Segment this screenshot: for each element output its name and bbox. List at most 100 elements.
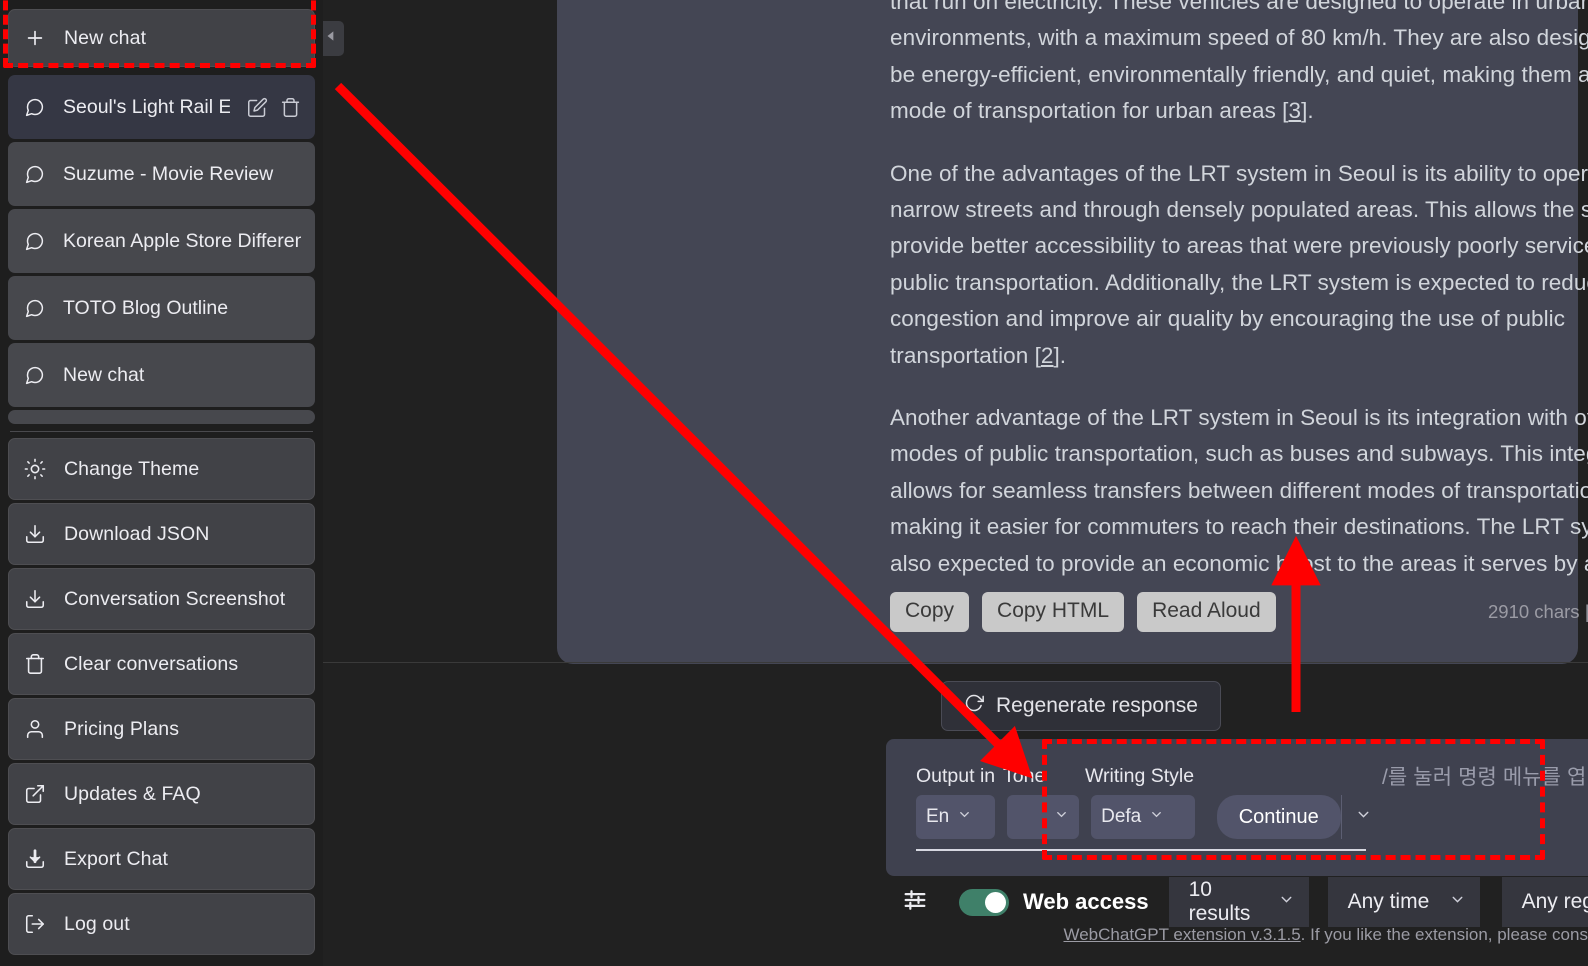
sidebar-item-export-chat[interactable]: Export Chat	[8, 828, 315, 890]
prompt-input[interactable]: /를 눌러 명령 메뉴를 엽니다.	[1364, 739, 1588, 876]
copy-button[interactable]: Copy	[890, 592, 970, 632]
conversation-item-0[interactable]: Seoul's Light Rail Era	[8, 75, 315, 139]
sidebar-item-download-json[interactable]: Download JSON	[8, 503, 315, 565]
sidebar-item-label: Change Theme	[64, 457, 200, 480]
continue-button[interactable]: Continue	[1216, 795, 1341, 839]
writing-style-select[interactable]: Defa	[1091, 795, 1195, 839]
sidebar-item-log-out[interactable]: Log out	[8, 893, 315, 955]
chevron-down-icon	[1278, 890, 1295, 914]
conversation-item-1[interactable]: Suzume - Movie Review	[8, 142, 315, 206]
download-icon	[23, 588, 47, 610]
chat-bubble-icon	[22, 365, 46, 386]
writing-style-label: Writing Style	[1085, 765, 1195, 787]
tone-label: Tone	[1003, 765, 1046, 787]
copy-html-button[interactable]: Copy HTML	[982, 592, 1125, 632]
conversation-label: TOTO Blog Outline	[63, 296, 229, 319]
conversation-item-3[interactable]: TOTO Blog Outline	[8, 276, 315, 340]
sidebar-item-clear-conversations[interactable]: Clear conversations	[8, 633, 315, 695]
prompt-panel: Output in Tone Writing Style En Defa Con…	[886, 739, 1588, 876]
region-filter-select[interactable]: Any region	[1501, 877, 1588, 927]
conversation-item-partial[interactable]	[8, 410, 315, 424]
region-filter-value: Any region	[1521, 890, 1588, 913]
conversation-item-4[interactable]: New chat	[8, 343, 315, 407]
logout-icon	[23, 913, 47, 935]
chatgpt-window: New chat Seoul's Light Rail Era	[0, 0, 1588, 966]
prompt-field-labels: Output in Tone Writing Style	[916, 765, 1386, 788]
tone-select[interactable]	[1007, 795, 1080, 839]
chevron-down-icon	[1149, 806, 1164, 828]
assistant-message: that run on electricity. These vehicles …	[557, 0, 1588, 664]
download-filled-icon	[23, 848, 47, 870]
conversation-label: Suzume - Movie Review	[63, 162, 274, 185]
citation-2[interactable]: 2	[1041, 343, 1054, 368]
sidebar-item-label: Updates & FAQ	[64, 782, 201, 805]
conversation-actions	[247, 97, 301, 118]
time-filter-value: Any time	[1347, 890, 1430, 913]
external-link-icon	[23, 783, 47, 805]
sliders-icon[interactable]	[901, 886, 929, 919]
sidebar-item-label: Pricing Plans	[64, 717, 180, 740]
message-actions: Copy Copy HTML Read Aloud 2910 chars | 4…	[890, 592, 1588, 632]
sidebar: New chat Seoul's Light Rail Era	[0, 0, 323, 966]
trash-icon	[23, 653, 47, 675]
footer-middle-text: . If you like the extension, please cons…	[1300, 925, 1588, 944]
prompt-selects: En Defa Continue	[916, 795, 1386, 839]
prompt-placeholder: /를 눌러 명령 메뉴를 엽니다.	[1382, 766, 1588, 789]
regenerate-response-button[interactable]: Regenerate response	[941, 681, 1221, 731]
sidebar-item-change-theme[interactable]: Change Theme	[8, 438, 315, 500]
read-aloud-button[interactable]: Read Aloud	[1137, 592, 1276, 632]
chevron-down-icon	[957, 806, 972, 828]
sidebar-item-label: Clear conversations	[64, 652, 239, 675]
output-in-label: Output in	[916, 765, 996, 787]
delete-icon[interactable]	[280, 97, 301, 118]
web-access-bar: Web access 10 results Any time Any regio…	[886, 877, 1588, 927]
new-chat-button[interactable]: New chat	[8, 9, 315, 67]
conversation-label: New chat	[63, 363, 145, 386]
chevron-down-icon	[1449, 890, 1466, 914]
paragraph-1: One of the advantages of the LRT system …	[890, 160, 1588, 368]
time-filter-select[interactable]: Any time	[1327, 877, 1480, 927]
conversation-label: Korean Apple Store Differenc	[63, 229, 301, 252]
content-divider	[323, 662, 1588, 663]
output-in-value: En	[926, 806, 950, 827]
citation-3[interactable]: 3	[1288, 98, 1301, 123]
continue-label: Continue	[1238, 805, 1319, 828]
edit-icon[interactable]	[247, 97, 268, 118]
extension-footer-note: WebChatGPT extension v.3.1.5. If you lik…	[886, 925, 1588, 945]
regenerate-label: Regenerate response	[996, 694, 1198, 717]
output-in-select[interactable]: En	[916, 795, 995, 839]
paragraph-0: that run on electricity. These vehicles …	[890, 0, 1588, 124]
chat-bubble-icon	[22, 97, 46, 118]
results-count-select[interactable]: 10 results	[1168, 877, 1309, 927]
sidebar-item-pricing-plans[interactable]: Pricing Plans	[8, 698, 315, 760]
prompt-underline	[916, 849, 1366, 851]
sidebar-item-label: Export Chat	[64, 847, 169, 870]
sidebar-item-conversation-screenshot[interactable]: Conversation Screenshot	[8, 568, 315, 630]
sidebar-item-label: Log out	[64, 912, 130, 935]
download-icon	[23, 523, 47, 545]
chat-bubble-icon	[22, 298, 46, 319]
conversation-item-2[interactable]: Korean Apple Store Differenc	[8, 209, 315, 273]
new-chat-label: New chat	[64, 26, 147, 49]
sidebar-divider	[10, 431, 313, 432]
char-word-count: 2910 chars | 464 words	[1488, 601, 1588, 622]
sun-icon	[23, 458, 47, 480]
paragraph-2: Another advantage of the LRT system in S…	[890, 405, 1588, 576]
sidebar-item-label: Download JSON	[64, 522, 210, 545]
main-content: that run on electricity. These vehicles …	[323, 0, 1588, 966]
prompt-controls: Output in Tone Writing Style En Defa Con…	[916, 765, 1386, 839]
extension-version-link[interactable]: WebChatGPT extension v.3.1.5	[1063, 925, 1300, 944]
user-icon	[23, 718, 47, 740]
conversation-list: Seoul's Light Rail Era Suzume - Movie Re…	[8, 69, 315, 427]
chevron-left-icon	[324, 29, 338, 48]
chevron-down-icon	[1054, 806, 1069, 828]
refresh-icon	[964, 693, 984, 719]
chat-bubble-icon	[22, 231, 46, 252]
chat-bubble-icon	[22, 164, 46, 185]
web-access-toggle[interactable]	[959, 888, 1009, 916]
sidebar-item-updates-faq[interactable]: Updates & FAQ	[8, 763, 315, 825]
plus-icon	[23, 27, 47, 49]
sidebar-menu: Change Theme Download JSON Conversation …	[8, 438, 315, 958]
message-text: that run on electricity. These vehicles …	[890, 0, 1588, 608]
writing-style-value: Defa	[1101, 806, 1142, 827]
